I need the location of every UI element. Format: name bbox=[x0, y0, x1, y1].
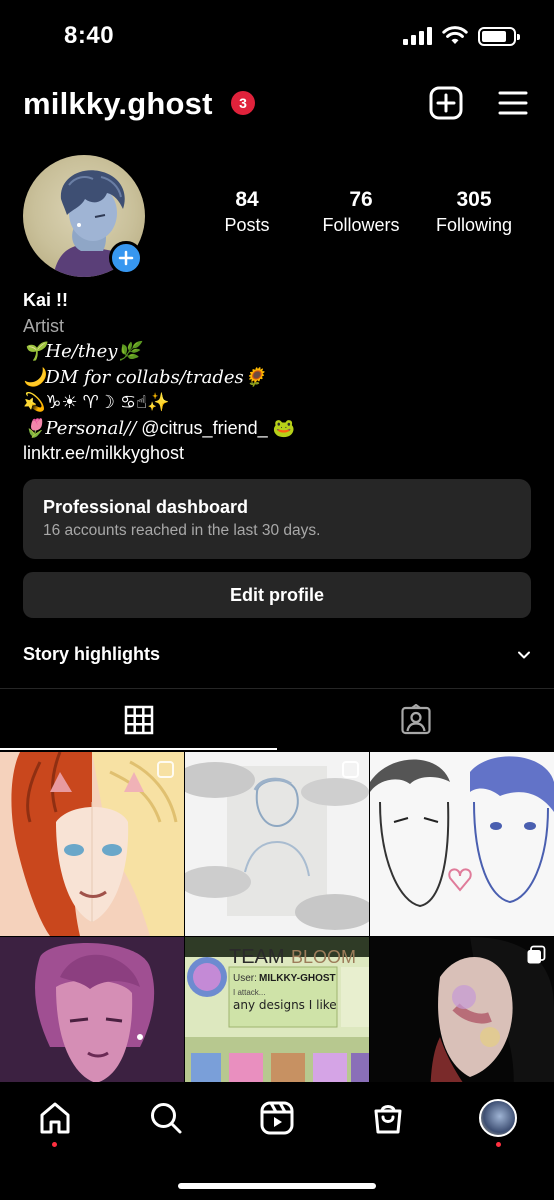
dashboard-subtitle: 16 accounts reached in the last 30 days. bbox=[43, 522, 321, 539]
stat-label: Following bbox=[435, 215, 513, 235]
team-label: TEAM bbox=[229, 946, 285, 968]
home-indicator bbox=[178, 1183, 376, 1189]
profile-category: Artist bbox=[23, 315, 65, 336]
stat-value: 76 bbox=[349, 188, 373, 211]
attack-label: I attack... bbox=[233, 988, 265, 997]
post-thumbnail[interactable] bbox=[370, 752, 554, 936]
post-thumbnail[interactable] bbox=[0, 937, 184, 1082]
home-icon bbox=[40, 1102, 70, 1134]
search-icon bbox=[151, 1103, 182, 1134]
tab-tagged[interactable] bbox=[277, 689, 554, 751]
hamburger-menu-icon bbox=[498, 91, 528, 115]
multiple-images-icon bbox=[527, 945, 546, 964]
notification-badge: 3 bbox=[231, 91, 255, 115]
add-story-button[interactable] bbox=[109, 241, 143, 275]
stat-value: 305 bbox=[456, 188, 492, 211]
multiple-images-icon bbox=[342, 761, 359, 778]
active-tab-indicator bbox=[0, 748, 277, 750]
bio-line: 🌱He/they🌿 bbox=[23, 341, 140, 362]
nav-shop[interactable] bbox=[368, 1098, 408, 1138]
post-thumbnail[interactable] bbox=[370, 937, 554, 1082]
story-highlights[interactable]: Story highlights bbox=[23, 644, 531, 670]
mention-link[interactable]: @citrus_friend_ bbox=[141, 418, 267, 438]
nav-search[interactable] bbox=[146, 1098, 186, 1138]
nav-reels[interactable] bbox=[257, 1098, 297, 1138]
plus-square-icon bbox=[429, 86, 463, 120]
profile-tabs bbox=[0, 689, 554, 751]
multiple-images-icon bbox=[157, 761, 174, 778]
bio-text: 🌷Personal// bbox=[23, 417, 137, 439]
reels-icon bbox=[260, 1101, 294, 1135]
user-label: User: bbox=[233, 973, 257, 984]
bio-emoji: 🐸 bbox=[272, 417, 296, 438]
profile-avatar-small bbox=[479, 1099, 517, 1137]
post-thumbnail[interactable] bbox=[0, 752, 184, 936]
stat-value: 84 bbox=[235, 188, 259, 211]
grid-icon bbox=[124, 705, 153, 735]
battery-icon bbox=[478, 26, 520, 46]
tagged-user-icon bbox=[400, 704, 431, 735]
bio-link[interactable]: linktr.ee/milkkyghost bbox=[23, 441, 533, 467]
dashboard-title: Professional dashboard bbox=[43, 497, 249, 517]
stat-label: Posts bbox=[224, 215, 270, 235]
bio-line: 🌷Personal// @citrus_friend_ 🐸 bbox=[23, 416, 533, 442]
chevron-down-icon bbox=[518, 651, 530, 659]
post-thumbnail[interactable]: TEAM BLOOM User: MILKKY-GHOST I attack..… bbox=[185, 937, 369, 1082]
account-username[interactable]: milkky.ghost bbox=[23, 86, 213, 122]
edit-profile-button[interactable]: Edit profile bbox=[23, 572, 531, 618]
posts-grid: TEAM BLOOM User: MILKKY-GHOST I attack..… bbox=[0, 752, 554, 1082]
nav-profile[interactable] bbox=[478, 1098, 518, 1138]
followers-count[interactable]: 76 Followers bbox=[306, 188, 416, 236]
post-thumbnail[interactable] bbox=[185, 752, 369, 936]
status-bar: 8:40 bbox=[0, 0, 554, 72]
highlights-title: Story highlights bbox=[23, 644, 160, 664]
professional-dashboard[interactable]: Professional dashboard 16 accounts reach… bbox=[23, 479, 531, 559]
menu-button[interactable] bbox=[495, 85, 531, 121]
following-count[interactable]: 305 Following bbox=[423, 188, 525, 236]
home-notification-dot bbox=[52, 1142, 57, 1147]
display-name: Kai !! bbox=[23, 290, 68, 310]
bio-line: 💫♑☀ ♈☽ ♋☝✨ bbox=[23, 392, 170, 412]
wifi-icon bbox=[442, 26, 468, 44]
profile-notification-dot bbox=[496, 1142, 501, 1147]
nav-home[interactable] bbox=[35, 1098, 75, 1138]
cellular-signal-icon bbox=[403, 27, 432, 45]
plus-icon bbox=[118, 250, 134, 266]
status-time: 8:40 bbox=[64, 22, 115, 49]
team-name: BLOOM bbox=[291, 947, 356, 967]
status-icons bbox=[403, 26, 520, 46]
stat-label: Followers bbox=[322, 215, 400, 235]
posts-count[interactable]: 84 Posts bbox=[197, 188, 297, 236]
shopping-bag-icon bbox=[374, 1105, 402, 1134]
user-value: MILKKY-GHOST bbox=[259, 973, 336, 984]
create-post-button[interactable] bbox=[428, 85, 464, 121]
profile-bio: Kai !! Artist 🌱He/they🌿 🌙DM for collabs/… bbox=[23, 288, 533, 467]
profile-avatar[interactable] bbox=[23, 155, 145, 277]
profile-header: milkky.ghost 3 bbox=[23, 82, 531, 126]
bio-line: 🌙DM for collabs/trades🌻 bbox=[23, 366, 267, 388]
attack-text: any designs I like bbox=[233, 998, 337, 1012]
tab-posts-grid[interactable] bbox=[0, 689, 277, 751]
